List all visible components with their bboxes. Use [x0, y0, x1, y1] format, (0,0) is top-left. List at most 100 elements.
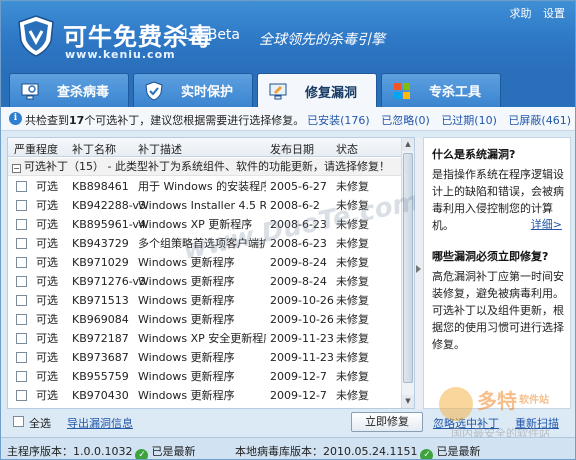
tab-label: 专杀工具 [428, 85, 481, 100]
select-all-label[interactable]: 全选 [29, 415, 51, 431]
info-bar: i 共检查到17个可选补丁，建议您根据需要进行选择修复。 已安装(176) 已忽… [1, 107, 575, 131]
cell-patch-name: KB898461 [72, 180, 129, 193]
row-checkbox[interactable] [16, 257, 27, 268]
cell-severity: 可选 [36, 313, 58, 326]
table-row[interactable]: 可选 KB970430 Windows 更新程序 2009-12-7 未修复 [8, 386, 402, 405]
row-checkbox[interactable] [16, 352, 27, 363]
table-row[interactable]: 可选 KB972187 Windows XP 安全更新程序 2009-11-23 未修复 [8, 329, 402, 348]
filter-blocked-link[interactable]: 已屏蔽(461) [508, 114, 571, 127]
cell-description: Windows 更新程序 [138, 294, 235, 307]
help-panel: 什么是系统漏洞? 是指操作系统在程序逻辑设计上的缺陷和错误，会被病毒利用入侵控制… [423, 137, 571, 409]
check-icon: ✓ [135, 449, 149, 459]
brand-version: 1.0 Beta [181, 27, 241, 43]
cell-status: 未修复 [336, 313, 369, 326]
tab-label: 实时保护 [180, 85, 233, 100]
export-info-link[interactable]: 导出漏洞信息 [67, 415, 133, 431]
cell-severity: 可选 [36, 351, 58, 364]
row-checkbox[interactable] [16, 314, 27, 325]
row-checkbox[interactable] [16, 238, 27, 249]
check-icon: ✓ [420, 449, 434, 459]
table-scrollbar[interactable]: ▲ ▼ [401, 138, 414, 408]
cell-patch-name: KB895961-v4 [72, 218, 146, 231]
cell-status: 未修复 [336, 370, 369, 383]
col-severity[interactable]: 严重程度 [14, 141, 58, 157]
tab-scan[interactable]: 查杀病毒 [9, 73, 129, 107]
status-bar: 主程序版本：1.0.0.1032 ✓ 已是最新 本地病毒库版本：2010.05.24… [1, 437, 575, 459]
summary-prefix: 共检查到 [25, 114, 69, 127]
cell-description: Windows 更新程序 [138, 389, 235, 402]
cell-patch-name: KB972187 [72, 332, 129, 345]
cell-patch-name: KB971513 [72, 294, 129, 307]
cell-description: 用于 Windows 的安装程序... [138, 180, 266, 193]
row-checkbox[interactable] [16, 333, 27, 344]
table-row[interactable]: 可选 KB898461 用于 Windows 的安装程序... 2005-6-27 未修… [8, 177, 402, 196]
cell-severity: 可选 [36, 389, 58, 402]
cell-description: Windows 更新程序 [138, 370, 235, 383]
row-checkbox[interactable] [16, 276, 27, 287]
group-row-optional[interactable]: − 可选补丁（15） - 此类型补丁为系统组件、软件的功能更新，请选择修复！ [8, 158, 402, 176]
row-checkbox[interactable] [16, 219, 27, 230]
cell-status: 未修复 [336, 332, 369, 345]
table-row[interactable]: 可选 KB971513 Windows 更新程序 2009-10-26 未修复 [8, 291, 402, 310]
cell-description: Windows 更新程序 [138, 313, 235, 326]
tab-special-tools[interactable]: 专杀工具 [381, 73, 501, 107]
fix-now-button[interactable]: 立即修复 [351, 412, 423, 432]
brand-url: www.keniu.com [65, 48, 176, 61]
row-checkbox[interactable] [16, 295, 27, 306]
cell-release-date: 2005-6-27 [270, 180, 327, 193]
table-row[interactable]: 可选 KB973687 Windows 更新程序 2009-11-23 未修复 [8, 348, 402, 367]
details-link[interactable]: 详细> [531, 216, 562, 233]
cell-severity: 可选 [36, 199, 58, 212]
cell-status: 未修复 [336, 180, 369, 193]
row-checkbox[interactable] [16, 181, 27, 192]
scroll-down-icon[interactable]: ▼ [402, 395, 414, 408]
row-checkbox[interactable] [16, 371, 27, 382]
patch-count: 17 [69, 114, 85, 127]
col-patch-name[interactable]: 补丁名称 [72, 141, 116, 157]
row-checkbox[interactable] [16, 200, 27, 211]
tab-label: 查杀病毒 [56, 85, 109, 100]
cell-severity: 可选 [36, 370, 58, 383]
col-description[interactable]: 补丁描述 [138, 141, 182, 157]
tab-repair-vulnerabilities[interactable]: 修复漏洞 [257, 73, 377, 108]
table-row[interactable]: 可选 KB955759 Windows 更新程序 2009-12-7 未修复 [8, 367, 402, 386]
app-window: 可牛免费杀毒 1.0 Beta www.keniu.com 全球领先的杀毒引擎 … [0, 0, 576, 460]
scan-summary: 共检查到17个可选补丁，建议您根据需要进行选择修复。 [25, 112, 304, 128]
filter-expired-link[interactable]: 已过期(10) [441, 114, 497, 127]
row-checkbox[interactable] [16, 390, 27, 401]
col-status[interactable]: 状态 [336, 141, 358, 157]
watermark-main: 多特 [477, 389, 517, 413]
filter-installed-link[interactable]: 已安装(176) [307, 114, 370, 127]
scroll-up-icon[interactable]: ▲ [402, 138, 414, 151]
cell-severity: 可选 [36, 218, 58, 231]
patch-filters: 已安装(176) 已忽略(0) 已过期(10) 已屏蔽(461) [299, 112, 571, 128]
help-question-2: 哪些漏洞必须立即修复? [432, 250, 549, 263]
select-all-checkbox[interactable] [13, 416, 24, 427]
cell-release-date: 2009-12-7 [270, 389, 327, 402]
shield-logo-icon [18, 15, 54, 57]
cell-patch-name: KB973687 [72, 351, 129, 364]
cell-severity: 可选 [36, 180, 58, 193]
cell-severity: 可选 [36, 332, 58, 345]
settings-link[interactable]: 设置 [543, 7, 565, 20]
tab-realtime-protection[interactable]: 实时保护 [133, 73, 253, 107]
chevron-right-icon [416, 265, 421, 273]
help-link[interactable]: 求助 [510, 7, 532, 20]
cell-patch-name: KB942288-v3 [72, 199, 146, 212]
db-version: 本地病毒库版本：2010.05.24.1151 ✓ 已是最新 [235, 443, 481, 459]
top-links: 求助 设置 [502, 5, 566, 21]
table-row[interactable]: 可选 KB971276-v3 Windows 更新程序 2009-8-24 未修复 [8, 272, 402, 291]
col-release-date[interactable]: 发布日期 [270, 141, 314, 157]
panel-collapse-handle[interactable] [415, 137, 423, 409]
cell-release-date: 2009-12-7 [270, 370, 327, 383]
cell-status: 未修复 [336, 256, 369, 269]
collapse-icon[interactable]: − [12, 164, 21, 173]
windows-icon [394, 82, 410, 99]
summary-suffix: 个可选补丁，建议您根据需要进行选择修复。 [84, 114, 305, 127]
table-row[interactable]: 可选 KB969084 Windows 更新程序 2009-10-26 未修复 [8, 310, 402, 329]
cell-patch-name: KB970430 [72, 389, 129, 402]
help-answer-2: 高危漏洞补丁应第一时间安装修复，避免被病毒利用。可选补丁以及组件更新，根据您的使… [432, 270, 564, 351]
db-version-state: 已是最新 [436, 445, 481, 458]
filter-ignored-link[interactable]: 已忽略(0) [381, 114, 430, 127]
cell-release-date: 2009-11-23 [270, 351, 334, 364]
